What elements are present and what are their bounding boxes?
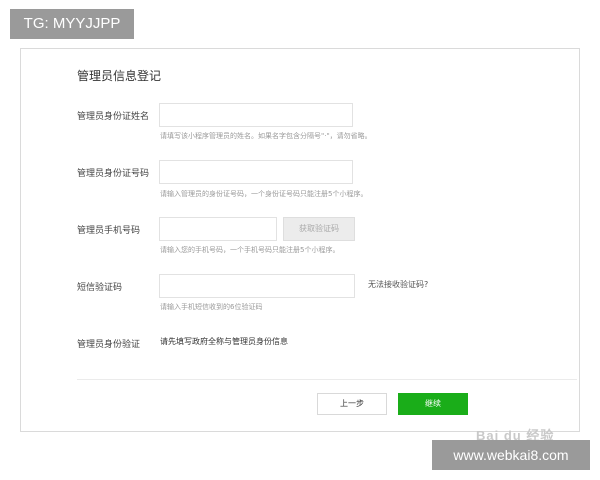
sms-code-input[interactable] <box>159 274 355 298</box>
name-input[interactable] <box>159 103 353 127</box>
registration-card: 管理员信息登记 管理员身份证姓名 请填写该小程序管理员的姓名。如果名字包含分隔号… <box>20 48 580 443</box>
name-label: 管理员身份证姓名 <box>77 112 150 122</box>
name-hint: 请填写该小程序管理员的姓名。如果名字包含分隔号"·"，请勿省略。 <box>160 132 372 140</box>
cannot-receive-code-link[interactable]: 无法接收验证码? <box>368 279 428 290</box>
page-title: 管理员信息登记 <box>77 69 162 83</box>
sms-code-label: 短信验证码 <box>77 283 123 293</box>
id-number-input[interactable] <box>159 160 353 184</box>
id-number-label: 管理员身份证号码 <box>77 169 150 179</box>
phone-hint: 请输入您的手机号码，一个手机号码只能注册5个小程序。 <box>160 246 340 254</box>
footer-divider <box>77 379 577 380</box>
id-number-hint: 请输入管理员的身份证号码，一个身份证号码只能注册5个小程序。 <box>160 190 368 198</box>
identity-verify-text: 请先填写政府全称与管理员身份信息 <box>160 337 288 346</box>
site-watermark: www.webkai8.com <box>432 440 590 470</box>
phone-label: 管理员手机号码 <box>77 226 141 236</box>
sms-code-hint: 请输入手机短信收到的6位验证码 <box>160 303 263 311</box>
overlay-tag: TG: MYYJJPP <box>10 9 134 39</box>
get-code-button[interactable]: 获取验证码 <box>283 217 355 241</box>
continue-button[interactable]: 继续 <box>398 393 468 415</box>
phone-input[interactable] <box>159 217 277 241</box>
identity-verify-label: 管理员身份验证 <box>77 340 141 350</box>
prev-step-button[interactable]: 上一步 <box>317 393 387 415</box>
